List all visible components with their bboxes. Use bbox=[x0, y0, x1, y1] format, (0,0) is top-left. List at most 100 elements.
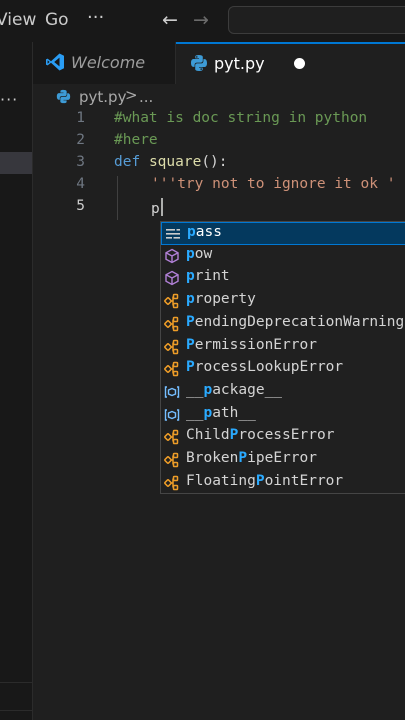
suggestion-match-highlight: p bbox=[186, 268, 195, 285]
line-number: 1 bbox=[76, 110, 85, 126]
menu-go[interactable]: Go bbox=[45, 10, 69, 30]
text-cursor bbox=[160, 198, 163, 216]
suggestion-text: ipeError bbox=[247, 450, 317, 466]
suggestion-match-highlight: P bbox=[238, 450, 248, 466]
breadcrumb-file[interactable]: pyt.py bbox=[79, 88, 126, 106]
suggestion-match-highlight: P bbox=[186, 359, 195, 376]
suggestion-label: pass bbox=[187, 224, 222, 240]
command-center-search[interactable] bbox=[228, 6, 405, 34]
suggestion-text: ointError bbox=[264, 472, 344, 489]
suggestion-text: rocessLookupError bbox=[194, 359, 344, 376]
suggestion-item[interactable]: PermissionError bbox=[161, 336, 405, 359]
suggestion-match-highlight: p bbox=[187, 224, 196, 240]
suggestion-text: __ bbox=[186, 404, 204, 421]
code-line[interactable]: 2 #here bbox=[33, 132, 405, 154]
python-icon bbox=[56, 89, 71, 108]
suggestion-match-highlight: P bbox=[186, 336, 195, 353]
tab-label: Welcome bbox=[71, 53, 146, 72]
code-text: p bbox=[151, 198, 163, 217]
line-number: 5 bbox=[76, 198, 85, 214]
method-icon bbox=[164, 248, 180, 264]
suggestion-label: ProcessLookupError bbox=[186, 359, 343, 375]
suggestion-text: Floating bbox=[186, 472, 256, 489]
code-line[interactable]: 4 '''try not to ignore it ok ' bbox=[33, 176, 405, 198]
suggestion-match-highlight: p bbox=[203, 404, 213, 421]
line-number: 3 bbox=[76, 154, 85, 170]
tab-pyt-py[interactable]: pyt.py bbox=[176, 42, 405, 84]
suggestion-text: ass bbox=[195, 224, 222, 240]
menu-more-icon[interactable]: ··· bbox=[87, 7, 104, 28]
suggestion-label: PermissionError bbox=[186, 337, 317, 353]
punctuation-token: (): bbox=[201, 154, 228, 170]
typed-text: p bbox=[151, 201, 160, 217]
forward-arrow-icon[interactable]: → bbox=[193, 9, 209, 31]
title-bar: View Go ··· ← → bbox=[0, 0, 405, 42]
suggestion-item[interactable]: ChildProcessError bbox=[161, 426, 405, 449]
suggestion-item[interactable]: property bbox=[161, 290, 405, 313]
code-line[interactable]: 3 def square(): bbox=[33, 154, 405, 176]
suggestion-label: ChildProcessError bbox=[186, 427, 334, 443]
code-text: #here bbox=[114, 132, 158, 148]
unsaved-dot-icon[interactable] bbox=[294, 58, 305, 69]
code-line[interactable]: 1 #what is doc string in python bbox=[33, 110, 405, 132]
method-icon bbox=[164, 270, 180, 286]
suggestion-item[interactable]: PendingDeprecationWarning bbox=[161, 313, 405, 336]
suggestion-label: __path__ bbox=[186, 405, 256, 421]
breadcrumb-symbol[interactable]: ... bbox=[139, 88, 153, 106]
keyword-token: def bbox=[114, 154, 141, 170]
class-icon bbox=[164, 339, 180, 355]
breadcrumb: pyt.py > ... bbox=[33, 84, 405, 110]
suggestion-item[interactable]: pass bbox=[161, 222, 405, 245]
suggestion-item[interactable]: FloatingPointError bbox=[161, 472, 405, 493]
line-number: 2 bbox=[76, 132, 85, 148]
tab-label: pyt.py bbox=[214, 54, 265, 73]
suggestion-label: BrokenPipeError bbox=[186, 450, 317, 466]
suggestion-item[interactable]: __package__ bbox=[161, 381, 405, 404]
suggestion-label: pow bbox=[186, 246, 212, 262]
suggestion-text: roperty bbox=[194, 291, 256, 308]
suggestion-item[interactable]: ProcessLookupError bbox=[161, 358, 405, 381]
autocomplete-suggestion-list[interactable]: pass pow print property PendingDeprecationWa… bbox=[160, 221, 405, 494]
suggestion-text: ath__ bbox=[212, 404, 256, 421]
code-line-active[interactable]: 5 p bbox=[33, 198, 405, 220]
suggestion-match-highlight: p bbox=[186, 291, 195, 308]
class-icon bbox=[164, 475, 180, 491]
suggestion-item[interactable]: pow bbox=[161, 245, 405, 268]
suggestion-text: endingDeprecationWarning bbox=[194, 313, 405, 330]
suggestion-match-highlight: P bbox=[186, 313, 195, 330]
suggestion-text: rint bbox=[194, 268, 230, 285]
class-icon bbox=[164, 452, 180, 468]
code-text: '''try not to ignore it ok ' bbox=[151, 176, 396, 192]
suggestion-text: ow bbox=[194, 245, 213, 262]
suggestion-label: __package__ bbox=[186, 382, 282, 398]
suggestion-match-highlight: p bbox=[203, 381, 213, 398]
suggestion-match-highlight: P bbox=[255, 472, 265, 489]
sidebar: ··· bbox=[0, 42, 33, 720]
sidebar-divider bbox=[0, 710, 32, 711]
suggestion-label: print bbox=[186, 268, 230, 284]
menu-view[interactable]: View bbox=[0, 10, 36, 30]
class-icon bbox=[164, 429, 180, 445]
sidebar-more-icon[interactable]: ··· bbox=[0, 90, 18, 109]
suggestion-label: property bbox=[186, 291, 256, 307]
class-icon bbox=[164, 361, 180, 377]
sidebar-divider bbox=[0, 682, 32, 683]
sidebar-selected-item[interactable] bbox=[0, 152, 32, 174]
suggestion-label: PendingDeprecationWarning bbox=[186, 314, 404, 330]
suggestion-item[interactable]: __path__ bbox=[161, 404, 405, 427]
breadcrumb-chevron-icon: > bbox=[125, 86, 138, 104]
suggestion-item[interactable]: print bbox=[161, 267, 405, 290]
suggestion-text: __ bbox=[186, 381, 204, 398]
suggestion-text: ackage__ bbox=[212, 381, 283, 398]
class-icon bbox=[164, 293, 180, 309]
tab-welcome[interactable]: Welcome bbox=[33, 42, 176, 84]
class-icon bbox=[164, 316, 180, 332]
back-arrow-icon[interactable]: ← bbox=[162, 9, 178, 31]
code-text: #what is doc string in python bbox=[114, 110, 368, 126]
python-icon bbox=[190, 54, 208, 76]
suggestion-item[interactable]: BrokenPipeError bbox=[161, 449, 405, 472]
keyword-icon bbox=[165, 226, 181, 242]
function-name-token: square bbox=[148, 154, 202, 170]
variable-icon bbox=[164, 407, 180, 423]
code-text: def square(): bbox=[114, 154, 228, 170]
